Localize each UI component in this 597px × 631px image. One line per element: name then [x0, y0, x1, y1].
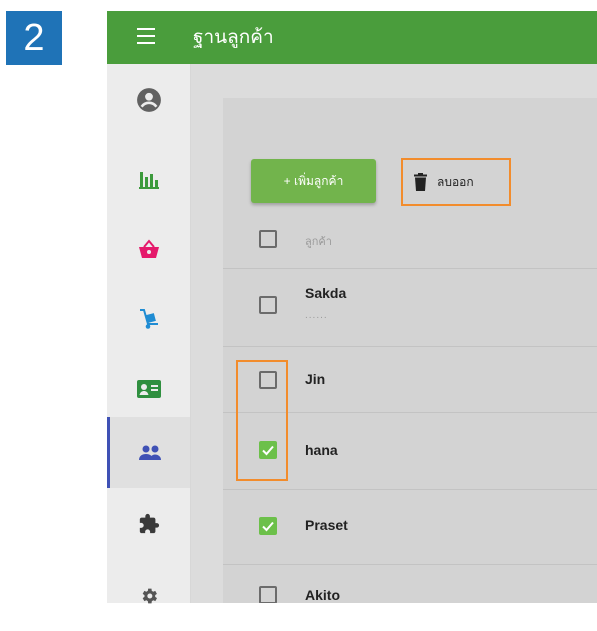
row-checkbox[interactable]: [259, 586, 277, 603]
account-circle-icon: [136, 87, 161, 112]
sidebar-item-contacts[interactable]: [107, 353, 190, 424]
sidebar-item-extensions[interactable]: [107, 488, 190, 559]
select-all-checkbox[interactable]: [259, 230, 277, 248]
app-bar: ฐานลูกค้า: [107, 11, 597, 64]
customer-name: Sakda: [305, 285, 347, 301]
customer-list-card: + เพิ่มลูกค้า ลบออก ลูกค้า Sakda ...... …: [223, 98, 597, 603]
row-checkbox-checked[interactable]: [259, 517, 277, 535]
puzzle-icon: [139, 513, 159, 533]
sidebar-item-account[interactable]: [107, 64, 190, 135]
delete-button[interactable]: ลบออก: [401, 158, 511, 206]
main-content: + เพิ่มลูกค้า ลบออก ลูกค้า Sakda ...... …: [191, 64, 597, 603]
customer-name: hana: [305, 442, 338, 458]
row-checkbox[interactable]: [259, 296, 277, 314]
customer-subtext: ......: [305, 310, 328, 321]
people-icon: [139, 445, 161, 460]
sidebar-item-customers[interactable]: [107, 417, 190, 488]
shopping-basket-icon: [138, 238, 159, 258]
table-row[interactable]: Sakda ......: [223, 268, 597, 347]
hand-truck-icon: [139, 308, 158, 329]
delete-button-label: ลบออก: [437, 174, 474, 189]
customer-name: Jin: [305, 371, 326, 387]
table-row[interactable]: Akito: [223, 564, 597, 603]
step-number-badge: 2: [6, 11, 62, 65]
checked-rows-highlight: [236, 360, 288, 481]
sidebar-item-inventory[interactable]: [107, 283, 190, 354]
customer-name: Akito: [305, 587, 340, 603]
sidebar: [107, 64, 191, 603]
customer-name: Praset: [305, 517, 348, 533]
hamburger-menu-icon[interactable]: [137, 28, 155, 46]
trash-icon: [414, 173, 427, 191]
contact-card-icon: [136, 379, 161, 398]
sidebar-item-settings[interactable]: [107, 560, 190, 631]
bar-chart-icon: [138, 171, 159, 189]
column-header-customer: ลูกค้า: [305, 236, 332, 248]
table-row[interactable]: Praset: [223, 489, 597, 565]
page-title: ฐานลูกค้า: [193, 27, 274, 48]
sidebar-item-sales[interactable]: [107, 213, 190, 284]
add-customer-button[interactable]: + เพิ่มลูกค้า: [251, 159, 376, 203]
checkmark-icon: [262, 521, 274, 532]
table-header-row: ลูกค้า: [223, 220, 597, 269]
sidebar-item-reports[interactable]: [107, 143, 190, 214]
